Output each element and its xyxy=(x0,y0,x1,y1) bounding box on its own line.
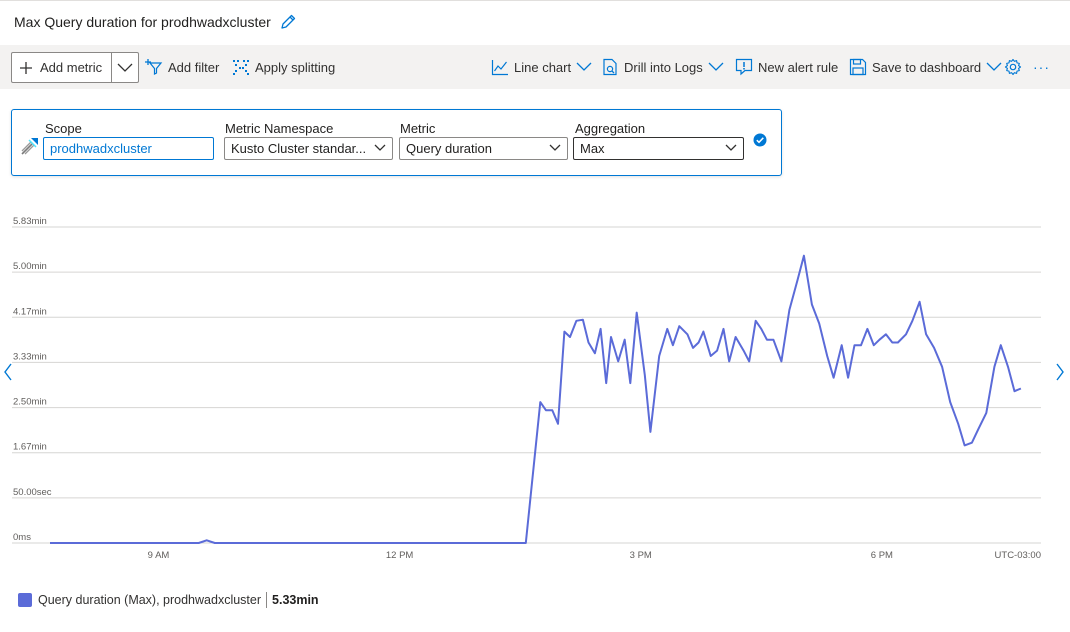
aggregation-value: Max xyxy=(580,141,605,156)
line-chart: 0ms 50.00sec 1.67min 2.50min 3.33min 4.17min 5… xyxy=(12,216,1041,561)
metric-value: Query duration xyxy=(406,141,492,156)
timezone-label: UTC-03:00 xyxy=(995,550,1041,561)
chevron-down-icon xyxy=(708,62,724,71)
chevron-down-icon xyxy=(986,62,1002,71)
save-to-dashboard-label: Save to dashboard xyxy=(872,59,982,75)
y-tick-label: 50.00sec xyxy=(13,487,52,498)
chart-legend[interactable]: Query duration (Max), prodhwadxcluster 5… xyxy=(18,592,319,608)
x-tick-label: 6 PM xyxy=(871,550,893,561)
save-to-dashboard-button[interactable]: Save to dashboard xyxy=(849,45,1002,89)
scope-label: Scope xyxy=(45,121,82,136)
line-chart-icon xyxy=(491,60,508,76)
add-metric-split-button: Add metric xyxy=(11,52,139,83)
more-options-button[interactable]: ··· xyxy=(1033,45,1050,89)
plus-icon xyxy=(20,61,32,74)
line-chart-label: Line chart xyxy=(514,59,572,75)
y-tick-label: 2.50min xyxy=(13,397,47,408)
gear-icon xyxy=(1004,58,1022,76)
y-tick-label: 3.33min xyxy=(13,351,47,362)
metric-selector-card: Scope prodhwadxcluster Metric Namespace … xyxy=(11,109,782,176)
chevron-down-icon xyxy=(576,62,592,71)
x-tick-label: 12 PM xyxy=(386,550,414,561)
chart-title: Max Query duration for prodhwadxcluster xyxy=(14,14,271,30)
add-metric-label: Add metric xyxy=(40,60,103,75)
chart-title-row: Max Query duration for prodhwadxcluster xyxy=(14,13,297,31)
alert-icon xyxy=(735,58,753,76)
series-line[interactable] xyxy=(50,254,1022,544)
line-chart-button[interactable]: Line chart xyxy=(491,45,592,89)
legend-series-label: Query duration (Max), prodhwadxcluster xyxy=(38,593,262,607)
metric-namespace-label: Metric Namespace xyxy=(225,121,334,136)
drill-into-logs-label: Drill into Logs xyxy=(624,59,703,75)
add-filter-label: Add filter xyxy=(168,59,220,75)
legend-swatch xyxy=(18,593,32,607)
y-tick-label: 0ms xyxy=(13,532,31,543)
drill-into-logs-button[interactable]: Drill into Logs xyxy=(601,45,724,89)
filter-plus-icon xyxy=(145,59,163,75)
chevron-down-icon xyxy=(725,144,737,151)
chevron-left-icon[interactable] xyxy=(3,362,13,382)
chevron-down-icon xyxy=(117,63,133,72)
metric-namespace-value: Kusto Cluster standar... xyxy=(231,141,367,156)
aggregation-label: Aggregation xyxy=(575,121,646,136)
top-divider xyxy=(0,0,1070,4)
settings-button[interactable] xyxy=(1004,45,1022,89)
y-tick-label: 1.67min xyxy=(13,442,47,453)
scope-field[interactable]: prodhwadxcluster xyxy=(43,137,214,160)
metric-namespace-dropdown[interactable]: Kusto Cluster standar... xyxy=(224,137,393,160)
apply-splitting-label: Apply splitting xyxy=(255,59,336,75)
apply-splitting-button[interactable]: Apply splitting xyxy=(232,45,335,89)
toolbar: Add metric Add filter Apply splitting Li… xyxy=(0,45,1070,89)
legend-value: 5.33min xyxy=(272,593,319,607)
legend-divider xyxy=(266,592,268,608)
metric-dropdown[interactable]: Query duration xyxy=(399,137,568,160)
save-icon xyxy=(849,58,867,76)
y-tick-label: 4.17min xyxy=(13,306,47,317)
adx-cluster-icon xyxy=(21,138,38,155)
y-tick-label: 5.83min xyxy=(13,216,47,227)
metric-label: Metric xyxy=(400,121,436,136)
new-alert-rule-button[interactable]: New alert rule xyxy=(735,45,838,89)
chevron-down-icon xyxy=(374,144,386,151)
scope-value: prodhwadxcluster xyxy=(50,141,152,156)
new-alert-rule-label: New alert rule xyxy=(758,59,839,75)
logs-search-icon xyxy=(603,58,617,76)
chevron-right-icon[interactable] xyxy=(1055,362,1065,382)
chevron-down-icon xyxy=(549,144,561,151)
add-filter-button[interactable]: Add filter xyxy=(145,45,219,89)
splitting-icon xyxy=(233,60,249,75)
aggregation-dropdown[interactable]: Max xyxy=(573,137,744,160)
x-tick-label: 9 AM xyxy=(148,550,170,561)
add-metric-dropdown[interactable] xyxy=(112,53,138,82)
y-tick-label: 5.00min xyxy=(13,261,47,272)
x-tick-label: 3 PM xyxy=(630,550,652,561)
confirm-check-icon[interactable] xyxy=(753,133,767,147)
edit-pencil-icon[interactable] xyxy=(279,13,297,31)
add-metric-button[interactable]: Add metric xyxy=(12,53,112,82)
